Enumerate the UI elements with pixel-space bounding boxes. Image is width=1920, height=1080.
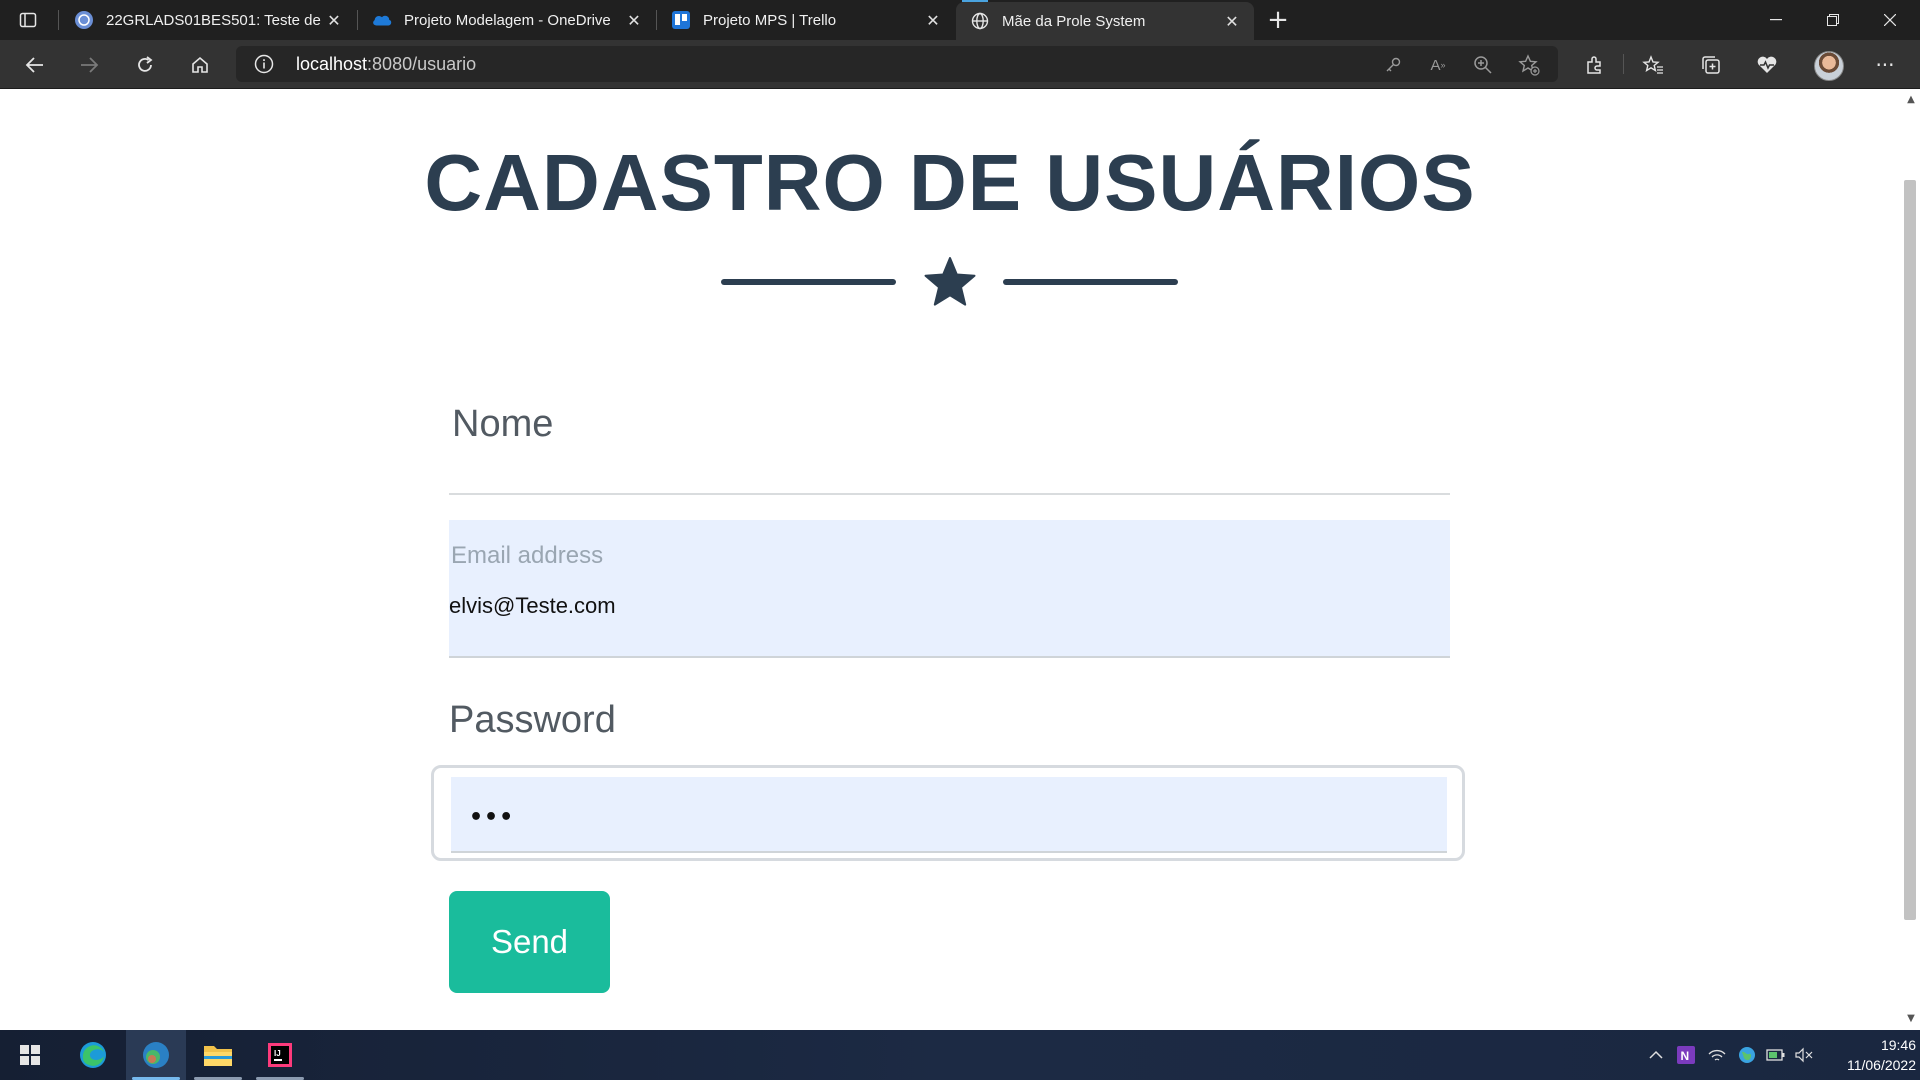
tab-separator: [58, 10, 59, 30]
svg-text:IJ: IJ: [274, 1049, 281, 1058]
url-path: :8080/usuario: [367, 54, 477, 74]
edge-taskbar-icon[interactable]: [63, 1030, 123, 1080]
send-button[interactable]: Send: [449, 891, 610, 993]
collections-icon[interactable]: [1696, 50, 1726, 80]
tab-actions-icon[interactable]: [16, 8, 40, 32]
address-bar[interactable]: localhost:8080/usuario A»: [236, 46, 1558, 82]
tab-trello[interactable]: Projeto MPS | Trello ✕: [657, 0, 955, 40]
url-host: localhost: [296, 54, 368, 74]
email-field[interactable]: Email address elvis@Teste.com: [449, 520, 1450, 658]
scroll-up-icon[interactable]: ▲: [1905, 94, 1917, 106]
tab-strip: 22GRLADS01BES501: Teste de Pe ✕ Projeto …: [0, 0, 1920, 40]
network-globe-icon[interactable]: [1736, 1044, 1758, 1066]
zoom-icon[interactable]: [1472, 54, 1494, 76]
name-input[interactable]: [449, 493, 1450, 495]
profile-avatar[interactable]: [1814, 51, 1844, 81]
trello-icon: [671, 10, 691, 30]
toolbar-divider: [1623, 54, 1624, 74]
home-icon[interactable]: [185, 50, 215, 80]
back-icon[interactable]: [20, 50, 50, 80]
svg-text:N: N: [1681, 1049, 1690, 1063]
password-field-label: Password: [449, 699, 616, 741]
email-value[interactable]: elvis@Teste.com: [449, 593, 616, 619]
divider-line-left: [721, 279, 896, 285]
browser-essentials-icon[interactable]: [1752, 50, 1782, 80]
extensions-icon[interactable]: [1580, 50, 1610, 80]
password-value[interactable]: •••: [469, 805, 514, 830]
show-hidden-icons-icon[interactable]: [1645, 1044, 1667, 1066]
windows-start-icon[interactable]: [0, 1030, 60, 1080]
close-icon[interactable]: ✕: [324, 10, 344, 30]
star-icon: [924, 257, 976, 306]
read-aloud-icon[interactable]: A»: [1427, 54, 1449, 76]
battery-icon[interactable]: [1765, 1044, 1787, 1066]
edge-dev-taskbar-icon[interactable]: [126, 1030, 186, 1080]
window-close-icon[interactable]: [1862, 0, 1918, 40]
tab-title: Projeto Modelagem - OneDrive: [404, 11, 611, 29]
tab-title: Mãe da Prole System: [1002, 12, 1146, 30]
page-title: CADASTRO DE USUÁRIOS: [424, 138, 1476, 227]
onedrive-cloud-icon: [372, 10, 392, 30]
clock-time: 19:46: [1880, 1037, 1916, 1053]
key-icon[interactable]: [1382, 54, 1404, 76]
onenote-icon[interactable]: N: [1675, 1044, 1697, 1066]
file-explorer-icon[interactable]: [188, 1030, 248, 1080]
system-clock[interactable]: 19:46 11/06/2022: [1820, 1035, 1916, 1075]
divider-line-right: [1003, 279, 1178, 285]
globe-icon: [970, 11, 990, 31]
url-text[interactable]: localhost:8080/usuario: [296, 54, 476, 75]
favorites-icon[interactable]: [1638, 50, 1668, 80]
forward-icon[interactable]: [74, 50, 104, 80]
minimize-icon[interactable]: [1748, 0, 1804, 40]
volume-muted-icon[interactable]: [1793, 1044, 1815, 1066]
new-tab-icon[interactable]: +: [1264, 5, 1292, 35]
site-info-icon[interactable]: [254, 54, 274, 74]
scroll-thumb[interactable]: [1904, 180, 1916, 920]
tab-mae-da-prole[interactable]: Mãe da Prole System ✕: [956, 2, 1254, 40]
close-icon[interactable]: ✕: [624, 10, 644, 30]
tab-title: 22GRLADS01BES501: Teste de Pe: [106, 11, 324, 29]
tab-title: Projeto MPS | Trello: [703, 11, 837, 29]
close-icon[interactable]: ✕: [1222, 11, 1242, 31]
restore-icon[interactable]: [1805, 0, 1861, 40]
wifi-icon[interactable]: [1706, 1044, 1728, 1066]
tab-onedrive[interactable]: Projeto Modelagem - OneDrive ✕: [358, 0, 656, 40]
scroll-down-icon[interactable]: ▼: [1905, 1013, 1917, 1025]
password-field[interactable]: •••: [451, 777, 1447, 853]
email-field-label: Email address: [451, 542, 604, 569]
tab-teste[interactable]: 22GRLADS01BES501: Teste de Pe ✕: [60, 0, 356, 40]
add-favorite-icon[interactable]: [1518, 54, 1540, 76]
intellij-idea-icon[interactable]: IJ: [250, 1030, 310, 1080]
close-icon[interactable]: ✕: [923, 10, 943, 30]
password-field-focus-ring: •••: [431, 765, 1465, 861]
name-field-label: Nome: [452, 403, 554, 445]
globe-blue-icon: [74, 10, 94, 30]
refresh-icon[interactable]: [130, 50, 160, 80]
more-options-icon[interactable]: ···: [1870, 50, 1900, 80]
clock-date: 11/06/2022: [1846, 1057, 1916, 1073]
